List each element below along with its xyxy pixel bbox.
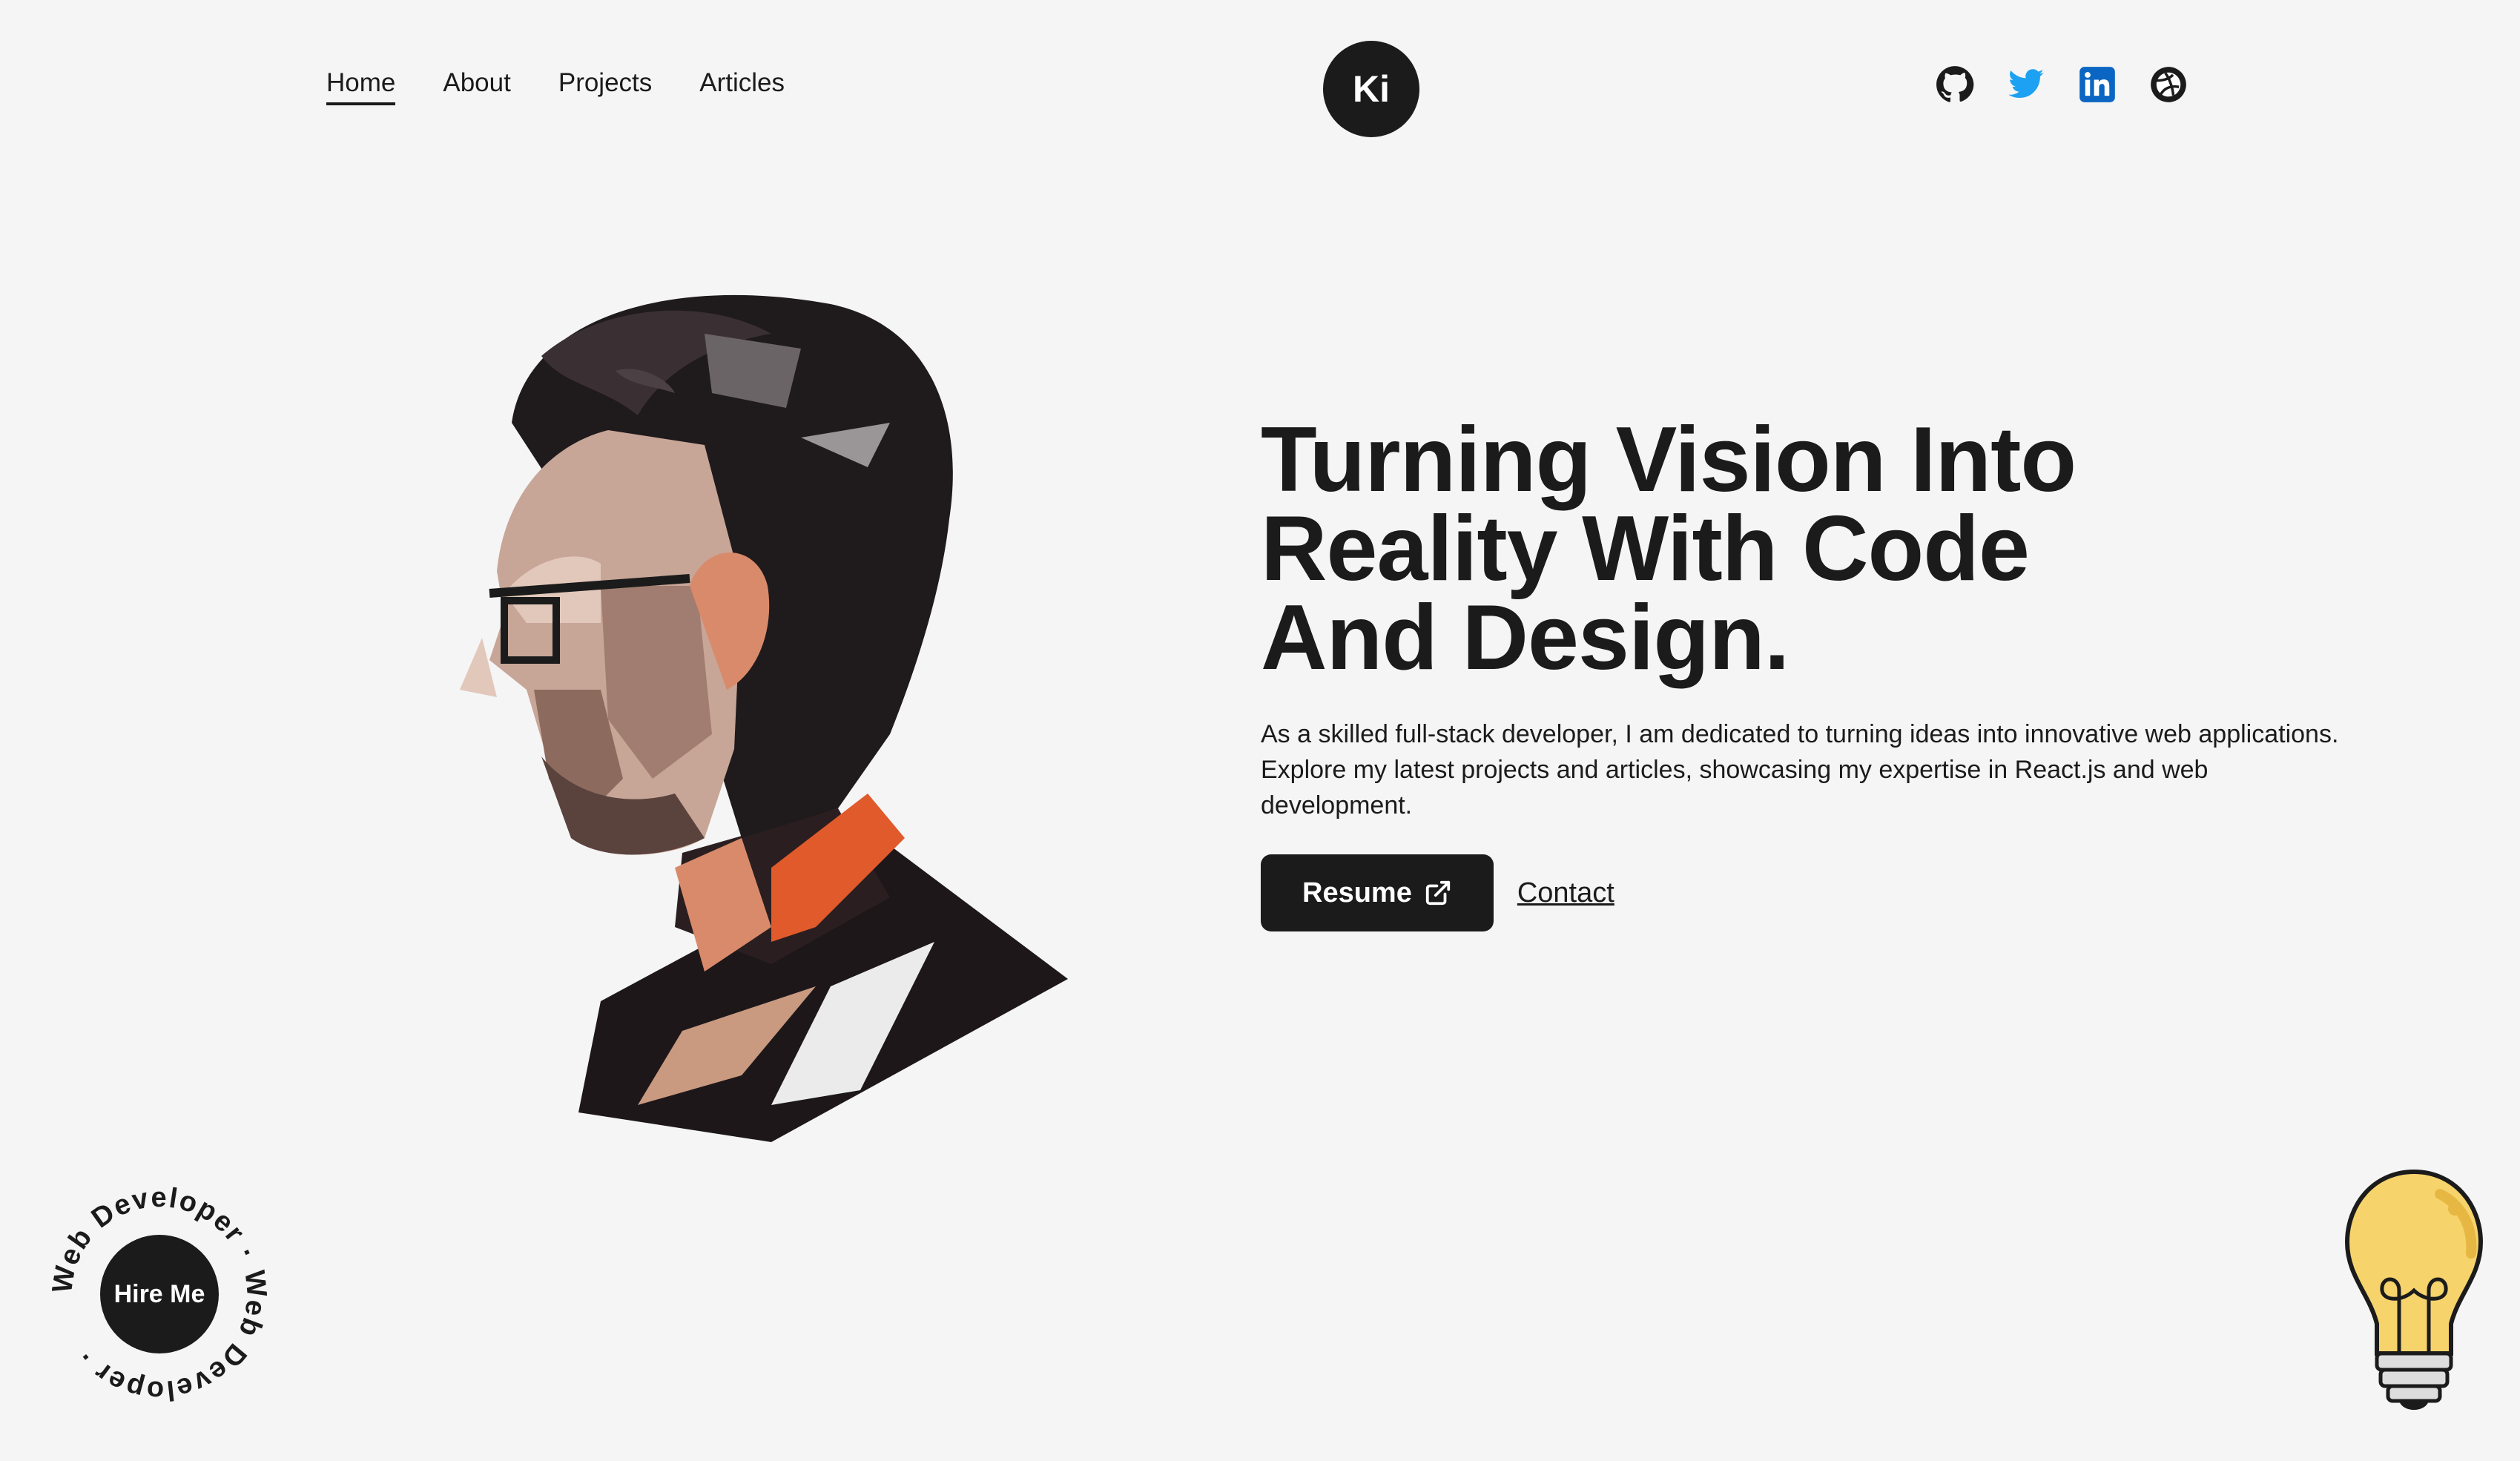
nav-projects-link[interactable]: Projects — [558, 68, 652, 105]
headline-line-2: Reality With Code — [1261, 498, 2030, 600]
resume-button-label: Resume — [1302, 877, 1412, 908]
twitter-icon[interactable] — [2007, 65, 2045, 104]
linkedin-icon[interactable] — [2078, 65, 2117, 104]
contact-link[interactable]: Contact — [1517, 877, 1614, 909]
hero-section: Turning Vision Into Reality With Code An… — [1261, 414, 2343, 931]
headline-line-3: And Design. — [1261, 587, 1790, 689]
dribbble-icon[interactable] — [2149, 65, 2188, 104]
hire-me-button[interactable]: Hire Me — [100, 1235, 219, 1353]
external-link-icon — [1425, 880, 1450, 906]
nav-articles-link[interactable]: Articles — [699, 68, 785, 105]
nav-about-link[interactable]: About — [443, 68, 510, 105]
social-links — [1936, 65, 2188, 104]
github-icon[interactable] — [1936, 65, 1974, 104]
hire-me-badge: Web Developer · Web Developer · Hire Me — [52, 1187, 267, 1402]
resume-button[interactable]: Resume — [1261, 854, 1494, 931]
lightbulb-icon — [2344, 1169, 2484, 1410]
hero-intro-text: As a skilled full-stack developer, I am … — [1261, 720, 2339, 819]
nav-home-link[interactable]: Home — [326, 68, 396, 105]
hero-headline: Turning Vision Into Reality With Code An… — [1261, 414, 2343, 684]
developer-portrait-image — [460, 294, 1068, 1142]
headline-line-1: Turning Vision Into — [1261, 409, 2077, 511]
hero-cta-row: Resume Contact — [1261, 854, 2343, 931]
main-nav: Home About Projects Articles — [326, 68, 785, 105]
site-logo[interactable]: Ki — [1323, 41, 1419, 137]
